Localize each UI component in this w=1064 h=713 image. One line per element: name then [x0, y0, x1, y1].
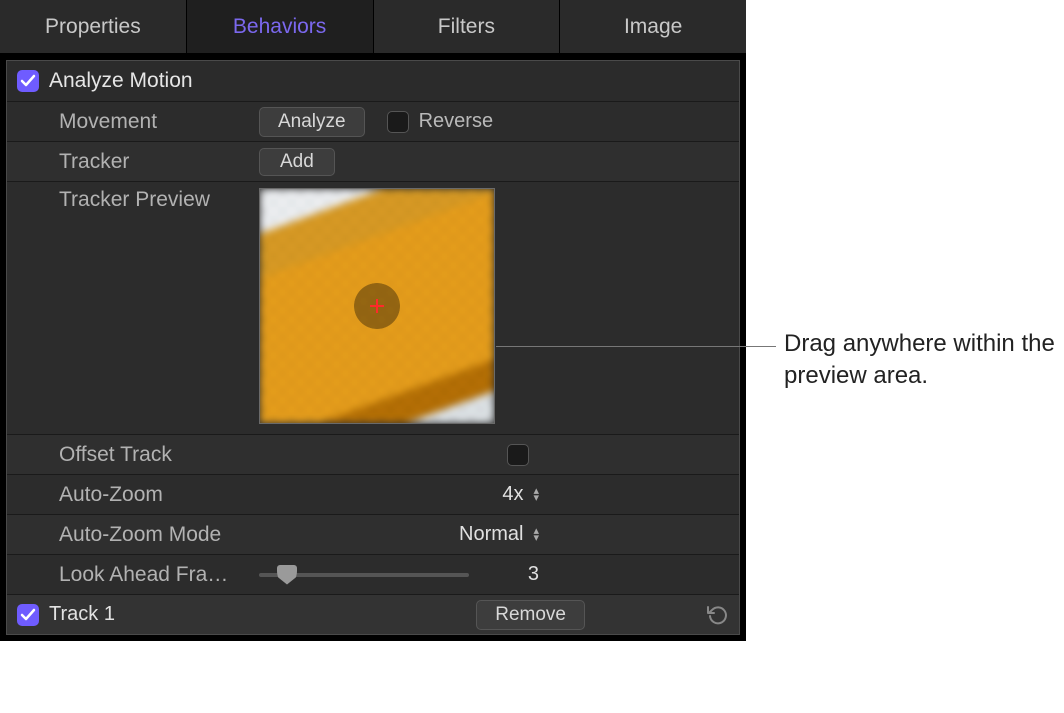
row-auto-zoom-mode: Auto-Zoom Mode Normal ▴▾ [7, 514, 739, 554]
section-header: Analyze Motion [7, 61, 739, 101]
callout-text: Drag anywhere within the preview area. [784, 328, 1064, 392]
slider-thumb-icon[interactable] [277, 565, 297, 585]
inspector-panel: Properties Behaviors Filters Image Analy… [0, 0, 746, 641]
tracker-crosshair-icon[interactable] [354, 283, 400, 329]
reverse-label: Reverse [419, 110, 493, 133]
auto-zoom-mode-value[interactable]: Normal [459, 523, 523, 546]
movement-label: Movement [59, 110, 259, 134]
remove-button[interactable]: Remove [476, 600, 585, 630]
auto-zoom-mode-label: Auto-Zoom Mode [59, 523, 259, 547]
tab-filters[interactable]: Filters [374, 0, 561, 53]
look-ahead-slider[interactable] [259, 573, 469, 577]
auto-zoom-value[interactable]: 4x [502, 483, 523, 506]
callout-line [496, 346, 776, 347]
row-movement: Movement Analyze Reverse [7, 101, 739, 141]
row-tracker: Tracker Add [7, 141, 739, 181]
offset-track-checkbox[interactable] [507, 444, 529, 466]
auto-zoom-label: Auto-Zoom [59, 483, 259, 507]
inspector-body: Analyze Motion Movement Analyze Reverse … [6, 60, 740, 635]
tracker-preview[interactable] [259, 188, 495, 424]
reverse-checkbox[interactable] [387, 111, 409, 133]
tab-image[interactable]: Image [560, 0, 746, 53]
row-offset-track: Offset Track [7, 434, 739, 474]
tab-behaviors[interactable]: Behaviors [187, 0, 374, 53]
track-1-label: Track 1 [49, 603, 476, 626]
section-title: Analyze Motion [49, 69, 193, 93]
stepper-icon[interactable]: ▴▾ [533, 528, 539, 542]
tracker-preview-label: Tracker Preview [59, 188, 259, 212]
track-1-checkbox[interactable] [17, 604, 39, 626]
row-look-ahead: Look Ahead Fra… 3 [7, 554, 739, 594]
row-tracker-preview: Tracker Preview [7, 181, 739, 434]
offset-track-label: Offset Track [59, 443, 259, 467]
row-track-1: Track 1 Remove [7, 594, 739, 634]
reset-icon[interactable] [705, 603, 729, 627]
tab-properties[interactable]: Properties [0, 0, 187, 53]
inspector-tabs: Properties Behaviors Filters Image [0, 0, 746, 54]
add-button[interactable]: Add [259, 148, 335, 176]
row-auto-zoom: Auto-Zoom 4x ▴▾ [7, 474, 739, 514]
look-ahead-value[interactable]: 3 [528, 563, 539, 586]
enable-checkbox[interactable] [17, 70, 39, 92]
tracker-label: Tracker [59, 150, 259, 174]
look-ahead-label: Look Ahead Fra… [59, 563, 259, 587]
stepper-icon[interactable]: ▴▾ [533, 488, 539, 502]
analyze-button[interactable]: Analyze [259, 107, 365, 137]
